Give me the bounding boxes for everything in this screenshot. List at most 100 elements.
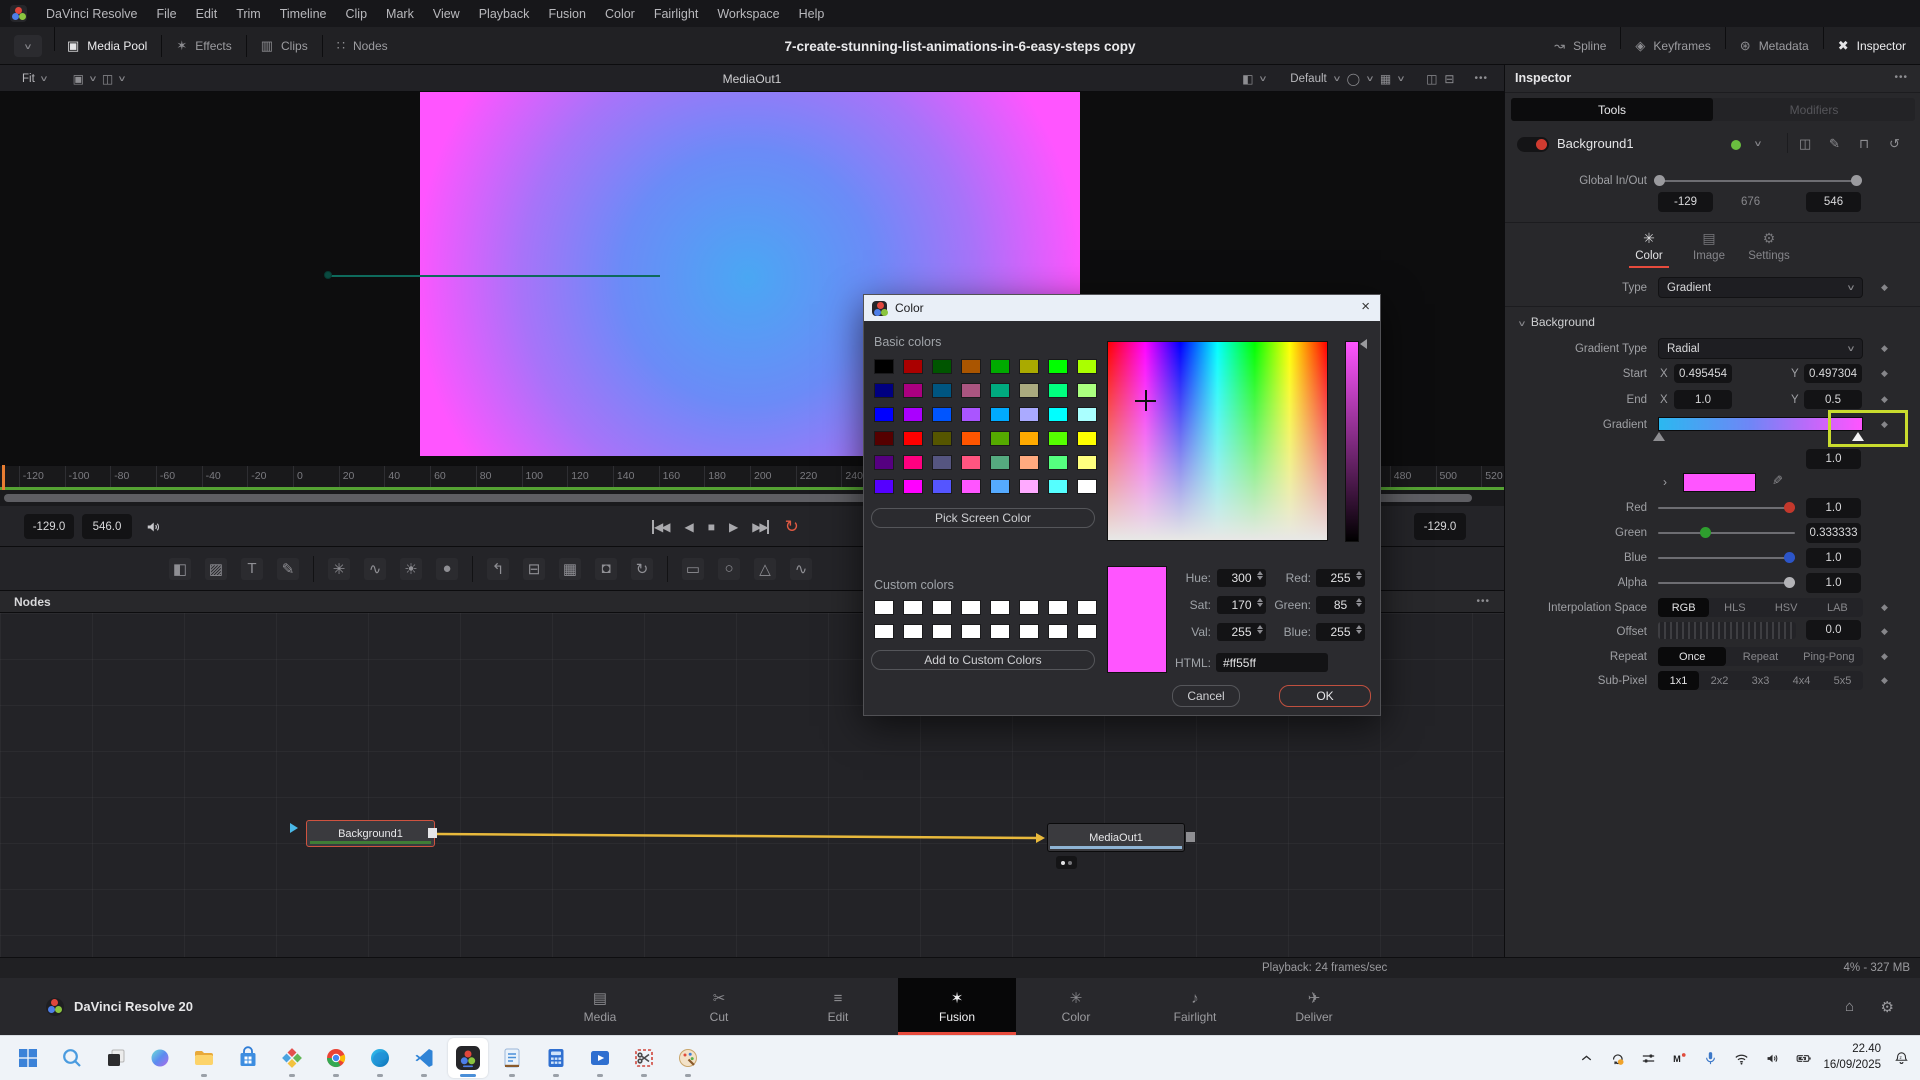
green-spinbox[interactable]: 85: [1316, 596, 1365, 614]
hidden-icons-icon[interactable]: [1575, 1047, 1597, 1069]
custom-color-swatch[interactable]: [1048, 600, 1068, 615]
end-x-field[interactable]: 1.0: [1674, 390, 1732, 409]
basic-color-swatch[interactable]: [990, 431, 1010, 446]
green-slider-track[interactable]: [1658, 532, 1795, 534]
render-in-field[interactable]: -129.0: [24, 514, 74, 539]
metadata-button[interactable]: ⊛Metadata: [1740, 38, 1809, 54]
repeat-repeat[interactable]: Repeat: [1726, 647, 1794, 666]
node-enable-toggle[interactable]: [1517, 137, 1549, 152]
alpha-slider-track[interactable]: [1658, 582, 1795, 584]
red-slider-track[interactable]: [1658, 507, 1795, 509]
offset-field[interactable]: 0.0: [1806, 620, 1861, 640]
viewer-prefs-icon[interactable]: ◧: [1242, 72, 1253, 86]
red-slider-knob[interactable]: [1784, 502, 1795, 513]
tab-image[interactable]: Image: [1683, 250, 1735, 262]
dual-view-icon[interactable]: ⊟: [1444, 72, 1454, 86]
start-x-field[interactable]: 0.495454: [1674, 364, 1732, 383]
spinner-arrows[interactable]: [1356, 598, 1362, 607]
basic-color-swatch[interactable]: [932, 479, 952, 494]
menu-item-mark[interactable]: Mark: [386, 7, 414, 21]
basic-color-swatch[interactable]: [903, 431, 923, 446]
matte-control-tool-icon[interactable]: ▦: [559, 558, 581, 580]
text-tool-icon[interactable]: T: [241, 558, 263, 580]
reset-icon[interactable]: ↺: [1889, 136, 1900, 152]
basic-color-swatch[interactable]: [961, 359, 981, 374]
basic-color-swatch[interactable]: [990, 455, 1010, 470]
taskbar-task-view-icon[interactable]: [96, 1038, 136, 1078]
node-tile-color-icon[interactable]: [1731, 140, 1741, 150]
keyframe-diamond-icon[interactable]: ◆: [1881, 368, 1888, 379]
taskbar-search-icon[interactable]: [52, 1038, 92, 1078]
add-custom-colors-button[interactable]: Add to Custom Colors: [871, 650, 1095, 670]
keyframe-diamond-icon[interactable]: ◆: [1881, 626, 1888, 637]
tray-mixer-icon[interactable]: [1637, 1047, 1659, 1069]
taskbar-microsoft-store-icon[interactable]: [228, 1038, 268, 1078]
gradient-end-control-line[interactable]: [328, 275, 660, 277]
home-icon[interactable]: ⌂: [1845, 998, 1854, 1015]
lock-icon[interactable]: ⊓: [1859, 136, 1869, 152]
nodes-options-menu[interactable]: •••: [1476, 596, 1490, 607]
background1-input-port[interactable]: [290, 823, 298, 833]
wifi-icon[interactable]: [1730, 1047, 1752, 1069]
page-tab-deliver[interactable]: ✈Deliver: [1255, 978, 1373, 1035]
basic-color-swatch[interactable]: [1019, 407, 1039, 422]
repeat-once[interactable]: Once: [1658, 647, 1726, 666]
bspline-mask-tool-icon[interactable]: ∿: [790, 558, 812, 580]
step-back-button[interactable]: ◀: [684, 520, 691, 534]
custom-color-swatch[interactable]: [961, 600, 981, 615]
custom-color-swatch[interactable]: [1048, 624, 1068, 639]
menu-item-help[interactable]: Help: [799, 7, 825, 21]
basic-color-swatch[interactable]: [1077, 479, 1097, 494]
gradient-center-handle[interactable]: [324, 271, 332, 279]
type-dropdown[interactable]: Gradient∨: [1658, 277, 1863, 298]
nodes-button[interactable]: ∷Nodes: [337, 38, 388, 54]
viewer-options-menu[interactable]: •••: [1474, 73, 1488, 84]
app-logo-icon[interactable]: [10, 5, 27, 22]
colorcurves-tool-icon[interactable]: ∿: [364, 558, 386, 580]
play-button[interactable]: ▶: [729, 520, 736, 534]
basic-color-swatch[interactable]: [903, 383, 923, 398]
subpixel-4x4[interactable]: 4x4: [1781, 671, 1822, 690]
basic-color-swatch[interactable]: [961, 479, 981, 494]
close-icon[interactable]: ×: [1361, 298, 1370, 315]
interp-hls[interactable]: HLS: [1709, 598, 1760, 617]
gear-icon[interactable]: ⚙: [1881, 998, 1894, 1016]
loop-button[interactable]: ↻: [785, 517, 799, 537]
custom-color-swatch[interactable]: [990, 624, 1010, 639]
custom-color-swatch[interactable]: [932, 600, 952, 615]
background-tool-icon[interactable]: ◧: [169, 558, 191, 580]
viewer-3d-icon[interactable]: ◯: [1347, 72, 1360, 86]
custom-color-swatch[interactable]: [1077, 600, 1097, 615]
versions-icon[interactable]: ◫: [1799, 136, 1811, 152]
media-in-tool-icon[interactable]: ◘: [595, 558, 617, 580]
taskbar-copilot-icon[interactable]: [140, 1038, 180, 1078]
transform-tool-icon[interactable]: ↻: [631, 558, 653, 580]
keyframe-diamond-icon[interactable]: ◆: [1881, 675, 1888, 686]
basic-color-swatch[interactable]: [874, 383, 894, 398]
keyframe-diamond-icon[interactable]: ◆: [1881, 394, 1888, 405]
menu-item-fairlight[interactable]: Fairlight: [654, 7, 698, 21]
taskbar-chrome-icon[interactable]: [316, 1038, 356, 1078]
blue-slider-knob[interactable]: [1784, 552, 1795, 563]
subpixel-2x2[interactable]: 2x2: [1699, 671, 1740, 690]
offset-thumbwheel[interactable]: [1658, 622, 1796, 639]
mediaout1-input-port[interactable]: [1036, 833, 1045, 843]
menu-item-playback[interactable]: Playback: [479, 7, 530, 21]
basic-color-swatch[interactable]: [874, 359, 894, 374]
basic-color-swatch[interactable]: [1048, 383, 1068, 398]
hue-saturation-picker[interactable]: [1107, 341, 1328, 541]
paint-tool-icon[interactable]: ✎: [277, 558, 299, 580]
polygon-mask-tool-icon[interactable]: △: [754, 558, 776, 580]
tab-modifiers[interactable]: Modifiers: [1713, 98, 1915, 121]
custom-color-swatch[interactable]: [903, 624, 923, 639]
page-tab-color[interactable]: ✳Color: [1017, 978, 1135, 1035]
start-y-field[interactable]: 0.497304: [1804, 364, 1862, 383]
stop-color-swatch[interactable]: [1683, 473, 1756, 492]
blue-spinbox[interactable]: 255: [1316, 623, 1365, 641]
alpha-slider-knob[interactable]: [1784, 577, 1795, 588]
global-range-knob-left[interactable]: [1654, 175, 1665, 186]
custom-color-swatch[interactable]: [1019, 624, 1039, 639]
pick-screen-color-button[interactable]: Pick Screen Color: [871, 508, 1095, 528]
menu-item-clip[interactable]: Clip: [346, 7, 368, 21]
global-range-knob-right[interactable]: [1851, 175, 1862, 186]
